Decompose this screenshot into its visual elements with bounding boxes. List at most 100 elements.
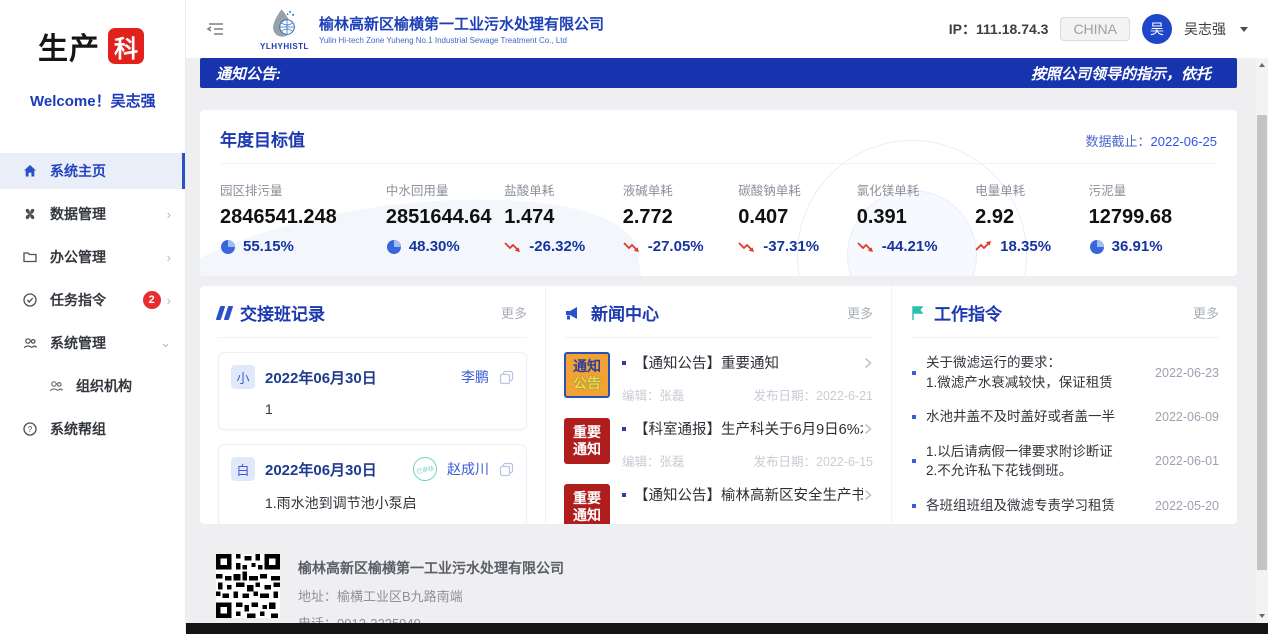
welcome-text: Welcome！吴志强	[30, 90, 185, 111]
company-name-en: Yulin Hi-tech Zone Yuheng No.1 Industria…	[319, 36, 604, 45]
metric-value: 1.474	[504, 206, 622, 229]
instruction-item[interactable]: 水池井盖不及时盖好或者盖一半 2022-06-09	[910, 407, 1219, 427]
news-editor: 编辑：张磊	[622, 451, 685, 470]
metric-value: 2.92	[975, 206, 1089, 229]
thumb-line: 通知	[573, 358, 601, 376]
thumb-line: 重要	[573, 490, 601, 508]
scrollbar-thumb[interactable]	[1257, 115, 1267, 570]
avatar[interactable]: 吴	[1142, 14, 1172, 44]
sidebar-item-label: 任务指令	[50, 290, 106, 310]
svg-text:?: ?	[28, 425, 33, 434]
metric-label: 园区排污量	[220, 180, 386, 199]
copy-icon[interactable]	[499, 370, 514, 385]
metric-label: 碳酸钠单耗	[738, 180, 856, 199]
news-item-title: 【通知公告】重要通知	[634, 352, 863, 373]
instruction-date: 2022-06-23	[1145, 366, 1219, 380]
shift-type-badge: 小	[231, 365, 255, 389]
sidebar-item-help[interactable]: ? 系统帮组	[0, 411, 185, 447]
ip-address: IP：111.18.74.3	[949, 19, 1049, 39]
news-thumbnail: 重要 通知	[564, 484, 610, 524]
shift-more-link[interactable]: 更多	[501, 303, 527, 322]
sidebar-item-home[interactable]: 系统主页	[0, 153, 185, 189]
company-name-block: 榆林高新区榆横第一工业污水处理有限公司 Yulin Hi-tech Zone Y…	[319, 13, 604, 45]
instruction-item[interactable]: 关于微滤运行的要求：1.微滤产水衰减较快，保证租赁 2022-06-23	[910, 353, 1219, 392]
main-content: 通知公告: 按照公司领导的指示，依托 年度目标值 数据截止：2022-06-25…	[186, 58, 1256, 634]
trend-down-icon	[504, 240, 522, 253]
news-pub-date: 发布日期：2022-6-21	[754, 385, 874, 404]
chevron-right-icon: ›	[167, 207, 171, 222]
instruction-item[interactable]: 各班组班组及微滤专责学习租赁 2022-05-20	[910, 496, 1219, 516]
metric-mgcl2: 氯化镁单耗 0.391 -44.21%	[857, 180, 975, 255]
news-item[interactable]: 重要 通知 【通知公告】榆林高新区安全生产书法	[564, 484, 873, 524]
panels-row: 交接班记录 更多 小 2022年06月30日 李鹏 1 白 2022年06月30…	[200, 286, 1237, 524]
water-drop-logo-icon	[269, 7, 299, 41]
shift-title: 交接班记录	[240, 300, 325, 325]
shift-body: 1.雨水池到调节池小泵启	[265, 493, 514, 513]
brand-text: 生产	[38, 24, 100, 68]
shift-panel: 交接班记录 更多 小 2022年06月30日 李鹏 1 白 2022年06月30…	[200, 286, 545, 524]
chevron-right-icon	[863, 357, 873, 369]
instructions-more-link[interactable]: 更多	[1193, 303, 1219, 322]
check-circle-icon	[22, 292, 38, 308]
instruction-line: 各班组班组及微滤专责学习租赁	[926, 496, 1137, 516]
metric-percent: 55.15%	[243, 238, 294, 255]
user-menu-caret-icon[interactable]	[1240, 27, 1248, 32]
sidebar-item-tasks[interactable]: 任务指令 2 ›	[0, 282, 185, 318]
metric-value: 2846541.248	[220, 206, 386, 229]
scroll-down-arrow-icon[interactable]	[1256, 609, 1268, 623]
sidebar-item-office[interactable]: 办公管理 ›	[0, 239, 185, 275]
shift-date: 2022年06月30日	[265, 459, 377, 480]
shift-body: 1	[265, 401, 514, 417]
notice-marquee-text: 按照公司领导的指示，依托	[1031, 63, 1211, 84]
sidebar-item-label: 系统主页	[50, 161, 106, 181]
shift-date: 2022年06月30日	[265, 367, 377, 388]
metric-discharge: 园区排污量 2846541.248 55.15%	[220, 180, 386, 255]
chevron-right-icon	[863, 423, 873, 435]
news-title: 新闻中心	[591, 300, 659, 325]
trend-down-icon	[857, 240, 875, 253]
metric-percent: -37.31%	[763, 238, 819, 255]
bullet-icon	[912, 371, 916, 375]
instruction-item[interactable]: 1.以后请病假一律要求附诊断证2.不允许私下花钱倒班。 2022-06-01	[910, 442, 1219, 481]
metric-label: 电量单耗	[975, 180, 1089, 199]
thumb-line: 通知	[573, 441, 601, 459]
metric-value: 12799.68	[1089, 206, 1217, 229]
scroll-up-arrow-icon[interactable]	[1256, 58, 1268, 72]
sidebar-item-data[interactable]: 数据管理 ›	[0, 196, 185, 232]
news-more-link[interactable]: 更多	[847, 303, 873, 322]
metric-percent: 18.35%	[1000, 238, 1051, 255]
collapse-sidebar-icon[interactable]	[206, 19, 226, 39]
sidebar-item-system[interactable]: 系统管理 ⌄	[0, 325, 185, 361]
sidebar-item-organization[interactable]: 组织机构	[0, 368, 185, 404]
shift-record[interactable]: 小 2022年06月30日 李鹏 1	[218, 352, 527, 430]
news-thumbnail: 通知 公告	[564, 352, 610, 398]
metric-percent: -26.32%	[529, 238, 585, 255]
vertical-scrollbar[interactable]	[1256, 58, 1268, 623]
metrics-grid: 园区排污量 2846541.248 55.15% 中水回用量 2851644.6…	[220, 180, 1217, 255]
shift-type-badge: 白	[231, 457, 255, 481]
news-item-title: 【科室通报】生产科关于6月9日6%水	[634, 418, 863, 439]
news-item[interactable]: 重要 通知 【科室通报】生产科关于6月9日6%水 编辑：张磊 发布日期：2022…	[564, 418, 873, 470]
bullet-icon	[912, 415, 916, 419]
notice-bar[interactable]: 通知公告: 按照公司领导的指示，依托	[200, 58, 1237, 88]
company-logo: YLHYHISTL	[260, 7, 309, 51]
metric-label: 中水回用量	[386, 180, 504, 199]
copy-icon[interactable]	[499, 462, 514, 477]
footer-address: 地址：榆横工业区B九路南端	[298, 586, 564, 605]
metric-na2co3: 碳酸钠单耗 0.407 -37.31%	[738, 180, 856, 255]
annual-targets-card: 年度目标值 数据截止：2022-06-25 园区排污量 2846541.248 …	[200, 110, 1237, 276]
trend-up-icon	[975, 240, 993, 253]
username[interactable]: 吴志强	[1184, 19, 1226, 39]
news-item[interactable]: 通知 公告 【通知公告】重要通知 编辑：张磊 发布日期：2022-6-21	[564, 352, 873, 404]
trend-down-icon	[738, 240, 756, 253]
page-footer: 榆林高新区榆横第一工业污水处理有限公司 地址：榆横工业区B九路南端 电话：091…	[200, 554, 1237, 632]
sidebar-item-label: 系统帮组	[50, 419, 106, 439]
instructions-title: 工作指令	[934, 300, 1002, 325]
metric-reuse: 中水回用量 2851644.64 48.30%	[386, 180, 504, 255]
shift-record[interactable]: 白 2022年06月30日 已审核 赵成川 1.雨水池到调节池小泵启	[218, 444, 527, 524]
footer-company-name: 榆林高新区榆横第一工业污水处理有限公司	[298, 558, 564, 578]
users-icon	[22, 335, 38, 351]
notice-label: 通知公告:	[216, 63, 281, 84]
chevron-down-icon: ⌄	[160, 335, 171, 351]
news-editor: 编辑：张磊	[622, 385, 685, 404]
